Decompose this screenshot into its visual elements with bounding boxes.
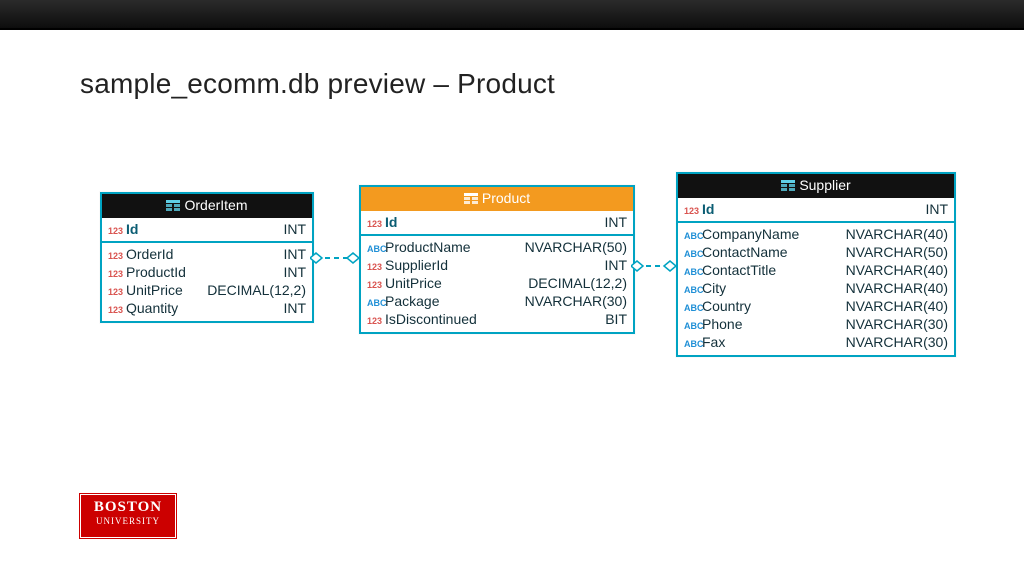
column-type: NVARCHAR(40) xyxy=(838,298,948,314)
primary-key-row: 123Id INT xyxy=(102,218,312,243)
table-icon xyxy=(781,178,795,194)
type-prefix-abc-icon: ABC xyxy=(367,241,385,254)
column-row: 123IsDiscontinued BIT xyxy=(367,310,627,328)
column-type: NVARCHAR(50) xyxy=(517,239,627,255)
type-prefix-abc-icon: ABC xyxy=(684,282,702,295)
pk-name: Id xyxy=(702,201,714,217)
column-name: OrderId xyxy=(126,246,173,262)
type-prefix-abc-icon: ABC xyxy=(684,300,702,313)
entity-name: Supplier xyxy=(799,177,850,193)
type-prefix-num-icon: 123 xyxy=(367,216,385,229)
column-name: Quantity xyxy=(126,300,178,316)
column-type: NVARCHAR(40) xyxy=(838,226,948,242)
type-prefix-abc-icon: ABC xyxy=(684,318,702,331)
type-prefix-abc-icon: ABC xyxy=(684,336,702,349)
column-row: 123SupplierId INT xyxy=(367,256,627,274)
column-row: 123OrderId INT xyxy=(108,245,306,263)
type-prefix-abc-icon: ABC xyxy=(367,295,385,308)
primary-key-row: 123Id INT xyxy=(678,198,954,223)
column-name: ContactName xyxy=(702,244,788,260)
relation-line xyxy=(310,251,359,265)
column-name: Package xyxy=(385,293,439,309)
table-icon xyxy=(166,198,180,214)
logo-line2: UNIVERSITY xyxy=(81,517,175,526)
column-type: BIT xyxy=(597,311,627,327)
pk-name: Id xyxy=(126,221,138,237)
column-type: DECIMAL(12,2) xyxy=(520,275,627,291)
column-row: ABCContactName NVARCHAR(50) xyxy=(684,243,948,261)
type-prefix-num-icon: 123 xyxy=(367,313,385,326)
logo-line1: BOSTON xyxy=(81,500,175,515)
column-row: ABCCity NVARCHAR(40) xyxy=(684,279,948,297)
column-type: INT xyxy=(596,257,627,273)
type-prefix-num-icon: 123 xyxy=(684,203,702,216)
column-type: INT xyxy=(275,300,306,316)
column-name: Fax xyxy=(702,334,725,350)
column-list: ABCProductNameNVARCHAR(50)123SupplierIdI… xyxy=(361,236,633,332)
pk-type: INT xyxy=(275,221,306,237)
type-prefix-num-icon: 123 xyxy=(367,259,385,272)
column-row: ABCProductName NVARCHAR(50) xyxy=(367,238,627,256)
column-name: ProductName xyxy=(385,239,471,255)
column-type: NVARCHAR(30) xyxy=(838,334,948,350)
column-row: 123UnitPrice DECIMAL(12,2) xyxy=(367,274,627,292)
column-type: NVARCHAR(40) xyxy=(838,280,948,296)
column-name: IsDiscontinued xyxy=(385,311,477,327)
entity-name: OrderItem xyxy=(184,197,247,213)
type-prefix-abc-icon: ABC xyxy=(684,264,702,277)
type-prefix-num-icon: 123 xyxy=(108,266,126,279)
column-name: Country xyxy=(702,298,751,314)
type-prefix-abc-icon: ABC xyxy=(684,228,702,241)
type-prefix-num-icon: 123 xyxy=(108,284,126,297)
column-name: Phone xyxy=(702,316,742,332)
primary-key-row: 123Id INT xyxy=(361,211,633,236)
column-name: CompanyName xyxy=(702,226,799,242)
column-row: ABCFax NVARCHAR(30) xyxy=(684,333,948,351)
column-list: ABCCompanyNameNVARCHAR(40)ABCContactName… xyxy=(678,223,954,355)
column-row: ABCCompanyName NVARCHAR(40) xyxy=(684,225,948,243)
column-name: SupplierId xyxy=(385,257,448,273)
pk-type: INT xyxy=(917,201,948,217)
column-row: ABCPackage NVARCHAR(30) xyxy=(367,292,627,310)
column-name: ContactTitle xyxy=(702,262,776,278)
column-type: INT xyxy=(275,246,306,262)
column-name: UnitPrice xyxy=(126,282,183,298)
type-prefix-abc-icon: ABC xyxy=(684,246,702,259)
column-type: NVARCHAR(30) xyxy=(517,293,627,309)
type-prefix-num-icon: 123 xyxy=(108,248,126,261)
er-diagram-canvas: OrderItem123IdINT123OrderIdINT123Product… xyxy=(0,0,1024,576)
pk-name: Id xyxy=(385,214,397,230)
entity-header: OrderItem xyxy=(102,194,312,218)
column-name: ProductId xyxy=(126,264,186,280)
entity-header: Supplier xyxy=(678,174,954,198)
column-type: INT xyxy=(275,264,306,280)
type-prefix-num-icon: 123 xyxy=(367,277,385,290)
entity-supplier: Supplier123IdINTABCCompanyNameNVARCHAR(4… xyxy=(676,172,956,357)
column-type: NVARCHAR(50) xyxy=(838,244,948,260)
type-prefix-num-icon: 123 xyxy=(108,223,126,236)
boston-university-logo: BOSTON UNIVERSITY xyxy=(80,494,176,538)
table-icon xyxy=(464,191,478,207)
entity-header: Product xyxy=(361,187,633,211)
column-row: 123UnitPrice DECIMAL(12,2) xyxy=(108,281,306,299)
column-row: ABCContactTitle NVARCHAR(40) xyxy=(684,261,948,279)
column-type: DECIMAL(12,2) xyxy=(199,282,306,298)
column-type: NVARCHAR(40) xyxy=(838,262,948,278)
column-type: NVARCHAR(30) xyxy=(838,316,948,332)
column-row: 123ProductId INT xyxy=(108,263,306,281)
entity-name: Product xyxy=(482,190,530,206)
relation-line xyxy=(631,259,676,273)
pk-type: INT xyxy=(596,214,627,230)
column-list: 123OrderIdINT123ProductIdINT123UnitPrice… xyxy=(102,243,312,321)
entity-product: Product123IdINTABCProductNameNVARCHAR(50… xyxy=(359,185,635,334)
column-row: ABCPhone NVARCHAR(30) xyxy=(684,315,948,333)
column-row: 123Quantity INT xyxy=(108,299,306,317)
column-name: UnitPrice xyxy=(385,275,442,291)
entity-orderitem: OrderItem123IdINT123OrderIdINT123Product… xyxy=(100,192,314,323)
type-prefix-num-icon: 123 xyxy=(108,302,126,315)
column-row: ABCCountry NVARCHAR(40) xyxy=(684,297,948,315)
column-name: City xyxy=(702,280,726,296)
